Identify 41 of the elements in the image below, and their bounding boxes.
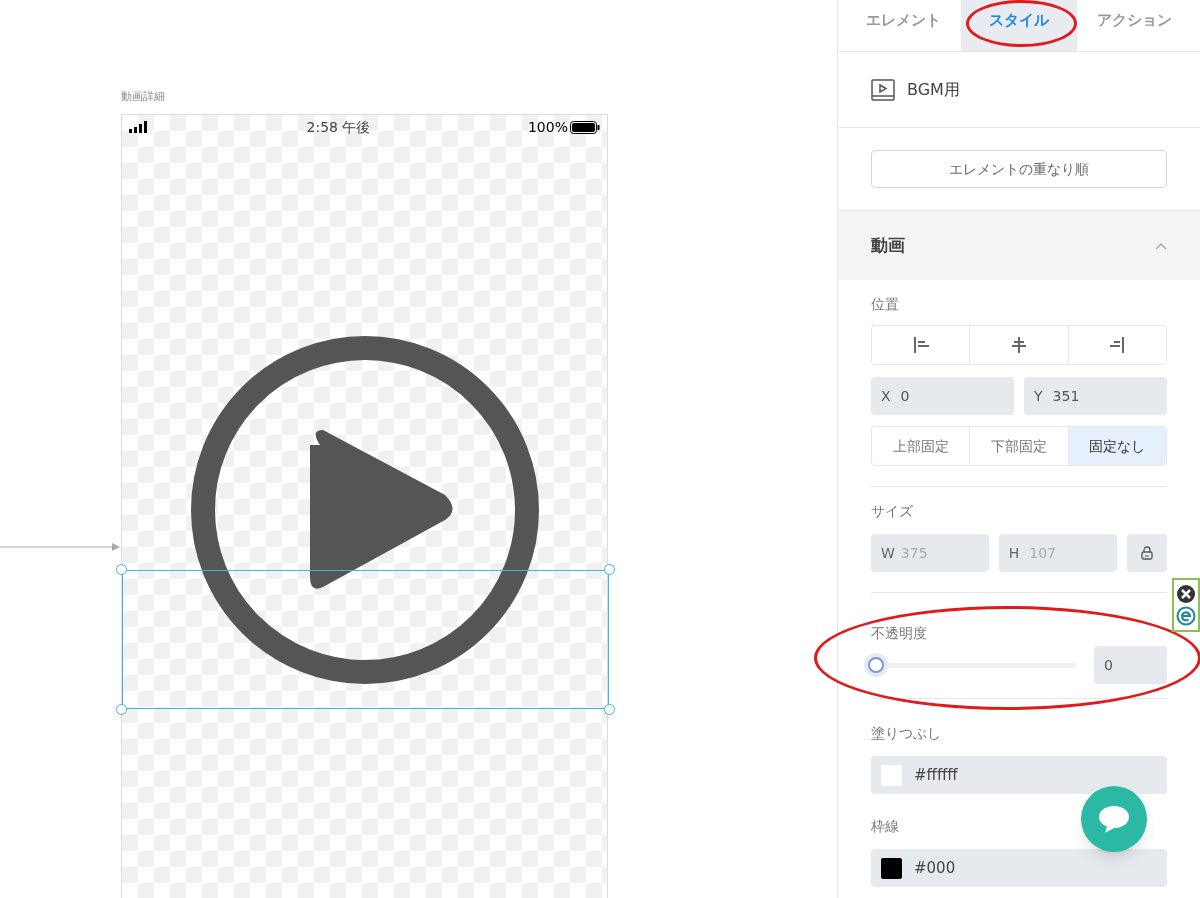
opacity-field[interactable]: 0 <box>1094 646 1167 684</box>
screen-label: 動画詳細 <box>121 89 165 105</box>
resize-handle[interactable] <box>116 704 127 715</box>
lock-icon <box>1140 546 1153 560</box>
height-field[interactable]: H 107 <box>998 534 1117 572</box>
close-icon[interactable] <box>1176 584 1196 604</box>
field-label: 位置 <box>871 295 900 314</box>
color-swatch[interactable] <box>881 764 902 786</box>
speech-bubble-icon <box>1097 803 1131 835</box>
selection-frame[interactable] <box>116 564 615 715</box>
element-name: BGM用 <box>907 78 960 101</box>
field-label: 枠線 <box>871 817 899 836</box>
chat-button[interactable] <box>1081 786 1147 852</box>
status-time: 2:58 午後 <box>306 117 371 137</box>
section-header[interactable]: 動画 <box>838 210 1200 280</box>
width-field[interactable]: W 375 <box>871 534 989 572</box>
video-icon <box>871 77 895 102</box>
x-field[interactable]: X 0 <box>871 377 1014 415</box>
resize-handle[interactable] <box>604 564 615 575</box>
resize-handle[interactable] <box>604 704 615 715</box>
letter-e-icon[interactable] <box>1176 606 1196 626</box>
layer-order-button[interactable]: エレメントの重なり順 <box>871 150 1167 188</box>
field-label: 塗りつぶし <box>871 724 942 743</box>
play-icon <box>190 335 540 685</box>
battery-icon <box>570 120 600 134</box>
slider-thumb[interactable] <box>868 657 884 673</box>
battery-percent: 100% <box>527 117 568 137</box>
chevron-icon <box>1155 241 1167 250</box>
resize-handle[interactable] <box>116 564 127 575</box>
field-label: 不透明度 <box>871 624 928 643</box>
pin-option[interactable]: 上部固定 <box>872 427 971 465</box>
signal-icon <box>129 121 149 133</box>
y-field[interactable]: Y 351 <box>1024 377 1167 415</box>
stroke-color-field[interactable]: #000 <box>871 849 1167 887</box>
lock-button[interactable] <box>1126 534 1167 572</box>
color-swatch[interactable] <box>881 857 902 879</box>
pin-option[interactable]: 下部固定 <box>970 427 1069 465</box>
fill-color-field[interactable]: #ffffff <box>871 756 1167 794</box>
align-icon <box>1009 335 1029 355</box>
field-label: サイズ <box>871 502 914 521</box>
pin-option[interactable]: 固定なし <box>1068 427 1166 465</box>
